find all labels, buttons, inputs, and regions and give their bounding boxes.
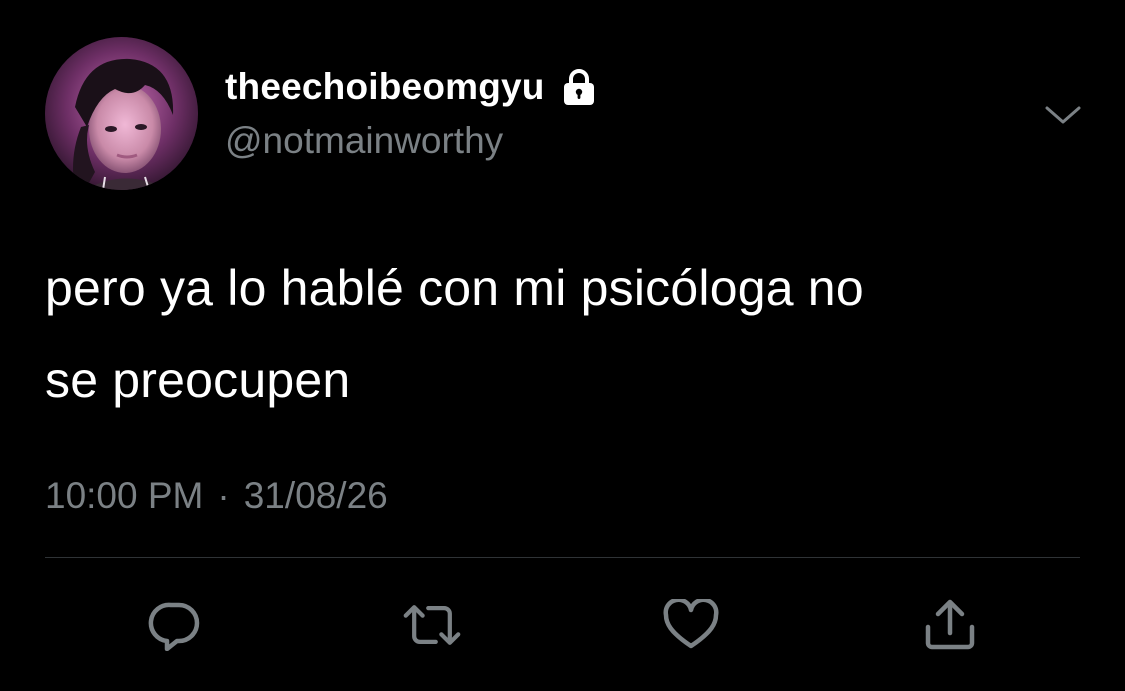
- tweet-text: pero ya lo hablé con mi psicóloga no se p…: [45, 242, 1085, 426]
- reply-icon: [148, 602, 200, 651]
- display-name-row[interactable]: theechoibeomgyu: [225, 64, 599, 110]
- share-button[interactable]: [920, 595, 980, 655]
- avatar-photo: [45, 37, 198, 190]
- like-icon: [663, 599, 719, 649]
- tweet-card: theechoibeomgyu @notmainworthy pero ya l…: [0, 0, 1125, 691]
- avatar[interactable]: [45, 37, 198, 190]
- retweet-icon: [403, 605, 461, 645]
- timestamp-separator: ·: [217, 475, 230, 516]
- tweet-date[interactable]: 31/08/26: [244, 470, 388, 522]
- display-name[interactable]: theechoibeomgyu: [225, 64, 545, 110]
- lock-icon: [563, 69, 594, 105]
- tweet-text-line-2: se preocupen: [45, 352, 351, 408]
- share-icon: [925, 599, 975, 650]
- reply-button[interactable]: [145, 595, 205, 655]
- tweet-timestamp[interactable]: 10:00 PM · 31/08/26: [45, 470, 388, 522]
- retweet-button[interactable]: [402, 595, 462, 655]
- divider: [45, 557, 1080, 558]
- like-button[interactable]: [661, 595, 721, 655]
- tweet-time[interactable]: 10:00 PM: [45, 470, 203, 522]
- tweet-text-line-1: pero ya lo hablé con mi psicóloga no: [45, 260, 864, 316]
- user-handle[interactable]: @notmainworthy: [225, 118, 503, 164]
- chevron-down-icon[interactable]: [1043, 100, 1083, 130]
